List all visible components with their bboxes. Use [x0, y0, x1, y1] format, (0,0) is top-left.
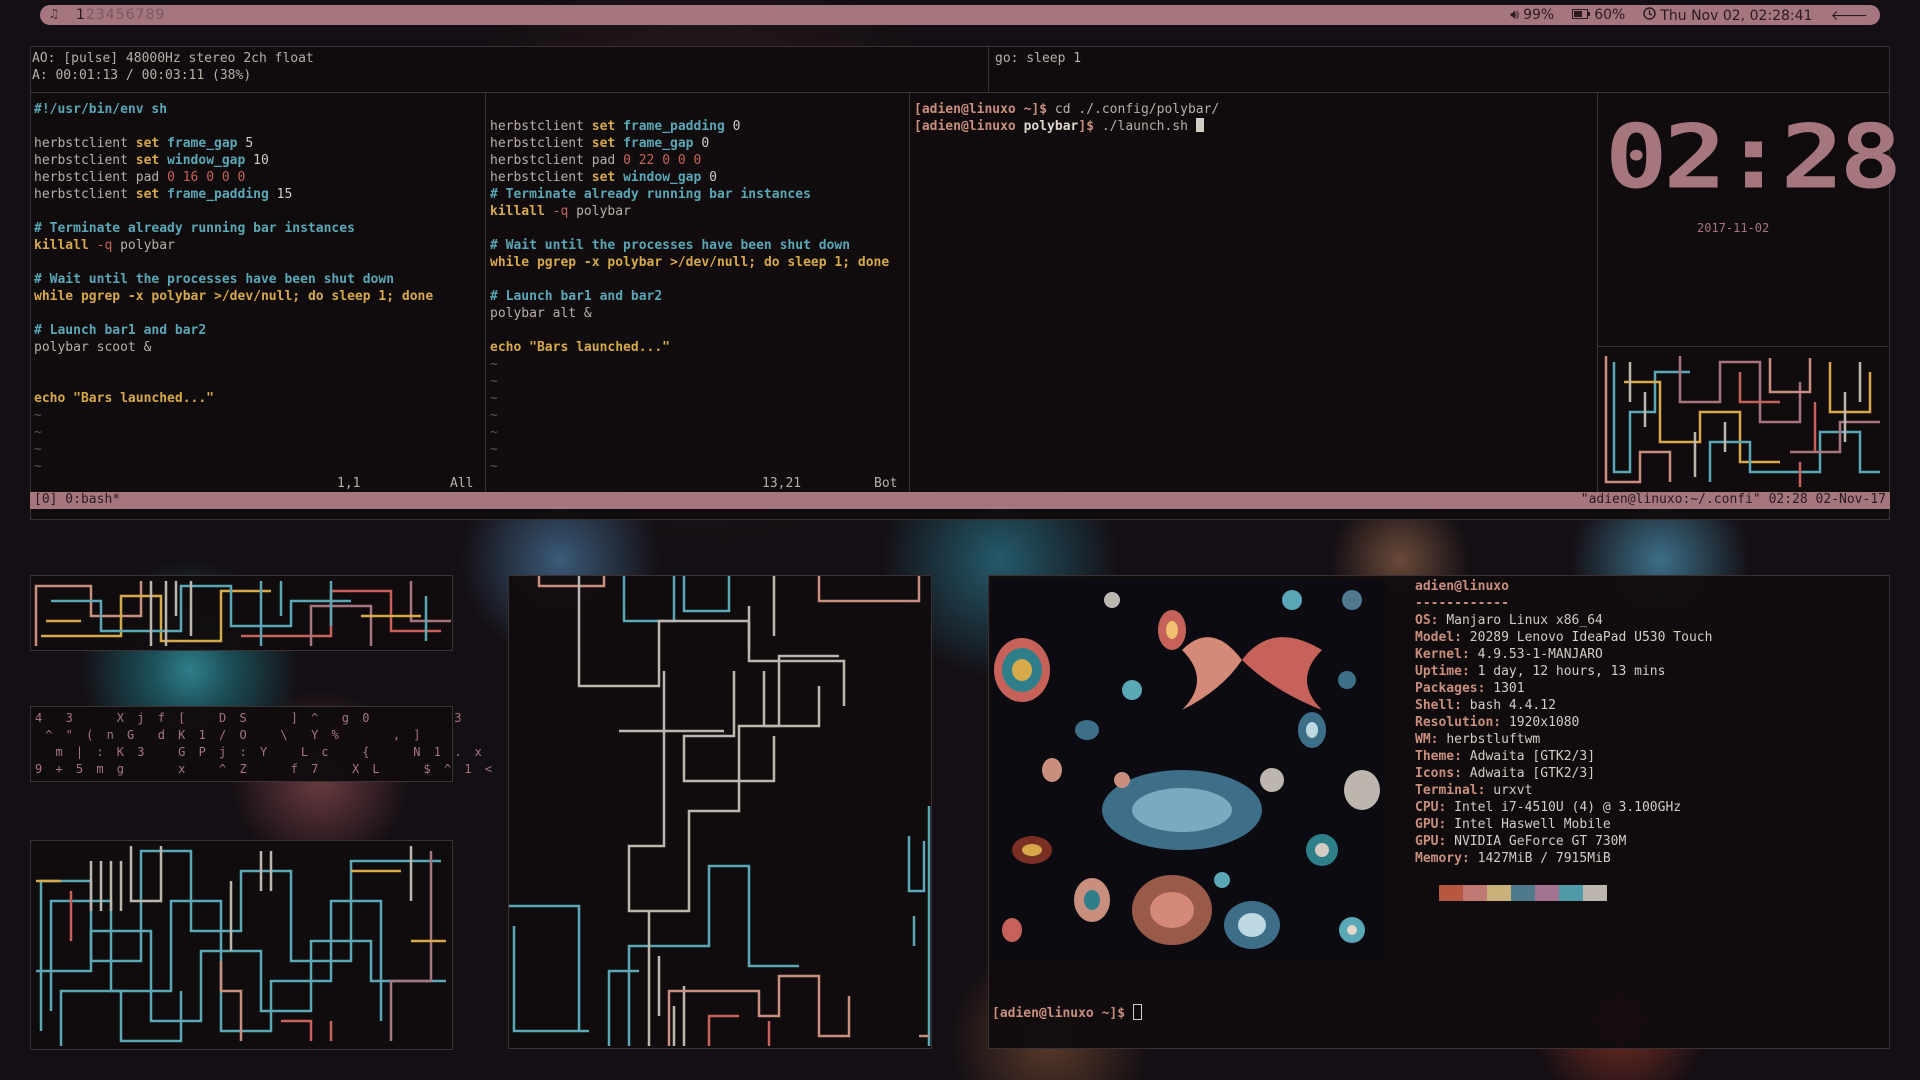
terminal-cursor	[1195, 118, 1204, 132]
color-swatch	[1535, 885, 1559, 901]
shell-prompt-end: ]$	[1078, 119, 1095, 134]
workspace-list: 123456789	[76, 7, 165, 23]
shell-prompt: [adien@linuxo	[914, 119, 1024, 134]
tmux-window-list[interactable]: [0] 0:bash*	[34, 492, 120, 507]
pipes-terminal-window[interactable]	[30, 840, 453, 1050]
neofetch-row: Theme: Adwaita [GTK2/3]	[1415, 749, 1596, 764]
terminal-prompt-line[interactable]: [adien@linuxo ~]$	[992, 1004, 1142, 1021]
neofetch-row: GPU: NVIDIA GeForce GT 730M	[1415, 834, 1627, 849]
pipes-screensaver-small	[1604, 356, 1880, 487]
clock-date: 2017-11-02	[1697, 221, 1770, 235]
color-swatch	[1559, 885, 1583, 901]
polybar: ♫ 123456789 🔊︎ 99% 60% Thu Nov 02, 02:28:…	[40, 5, 1880, 25]
workspace-4[interactable]: 4	[106, 7, 116, 23]
shell-prompt: [adien@linuxo ~]$	[914, 102, 1048, 117]
vim-cursor-position: 13,21	[762, 476, 802, 491]
color-palette	[1439, 885, 1712, 901]
neofetch-row: WM: herbstluftwm	[1415, 732, 1541, 747]
neofetch-row: Resolution: 1920x1080	[1415, 715, 1580, 730]
pipes-screensaver	[36, 846, 446, 1046]
workspace-1[interactable]: 1	[76, 7, 86, 23]
music-icon[interactable]: ♫	[50, 7, 58, 22]
workspace-7[interactable]: 7	[136, 7, 146, 23]
pipes-screensaver	[34, 581, 451, 646]
bar-modules: 🔊︎ 99% 60% Thu Nov 02, 02:28:41 🡐	[1510, 7, 1868, 24]
matrix-row: 4 3 X j f [ D S ] ^ g 0 3	[35, 711, 465, 725]
color-swatch	[1487, 885, 1511, 901]
neofetch-title: adien@linuxo	[1415, 579, 1509, 594]
vim-scroll-indicator: Bot	[874, 476, 898, 491]
workspace-6[interactable]: 6	[126, 7, 136, 23]
battery-value: 60%	[1594, 7, 1626, 23]
volume-value: 99%	[1523, 7, 1555, 23]
vim-pane-middle[interactable]: herbstclient set frame_padding 0 herbstc…	[490, 118, 910, 475]
neofetch-underline: ------------	[1415, 596, 1509, 611]
neofetch-row: Memory: 1427MiB / 7915MiB	[1415, 851, 1611, 866]
vim-pane-left[interactable]: #!/usr/bin/env sh herbstclient set frame…	[34, 101, 482, 475]
mpv-status-pane: AO: [pulse] 48000Hz stereo 2ch float A: …	[32, 50, 314, 84]
sleep-pane: go: sleep 1	[995, 51, 1082, 66]
date-module[interactable]: Thu Nov 02, 02:28:41	[1643, 7, 1812, 24]
pane-divider	[909, 93, 910, 492]
tmux-status-bar: [0] 0:bash* "adien@linuxo:~/.confi" 02:2…	[30, 492, 1890, 509]
neofetch-output: adien@linuxo ------------ OS: Manjaro Li…	[1415, 578, 1712, 901]
neofetch-row: Shell: bash 4.4.12	[1415, 698, 1556, 713]
shell-prompt-dir: polybar	[1023, 119, 1079, 134]
mpv-playback-time: A: 00:01:13 / 00:03:11 (38%)	[32, 68, 252, 83]
workspace-9[interactable]: 9	[155, 7, 165, 23]
battery-module: 60%	[1572, 7, 1625, 24]
pipes-screensaver	[509, 576, 931, 1046]
color-swatch	[1439, 885, 1463, 901]
neofetch-row: Icons: Adwaita [GTK2/3]	[1415, 766, 1596, 781]
pane-divider	[1597, 93, 1598, 492]
datetime-value: Thu Nov 02, 02:28:41	[1660, 8, 1813, 24]
vim-scroll-indicator: All	[450, 476, 474, 491]
workspace-5[interactable]: 5	[116, 7, 126, 23]
pane-divider-horizontal	[30, 92, 1890, 93]
volume-module[interactable]: 🔊︎ 99%	[1510, 7, 1554, 24]
shell-command: cd ./.config/polybar/	[1047, 102, 1220, 117]
pane-divider	[1598, 346, 1888, 347]
pipes-terminal-window[interactable]	[30, 575, 453, 651]
neofetch-row: CPU: Intel i7-4510U (4) @ 3.100GHz	[1415, 800, 1682, 815]
workspace-8[interactable]: 8	[145, 7, 155, 23]
vim-cursor-position: 1,1	[337, 476, 361, 491]
color-swatch	[1511, 885, 1535, 901]
pane-divider	[988, 47, 989, 92]
pipes-terminal-window[interactable]	[508, 575, 932, 1049]
terminal-prompt: [adien@linuxo ~]$	[992, 1006, 1133, 1021]
neofetch-row: Kernel: 4.9.53-1-MANJARO	[1415, 647, 1603, 662]
workspace-3[interactable]: 3	[96, 7, 106, 23]
pane-divider	[485, 93, 486, 492]
neofetch-row: Terminal: urxvt	[1415, 783, 1533, 798]
shebang-line: #!/usr/bin/env sh	[34, 102, 168, 117]
shell-pane[interactable]: [adien@linuxo ~]$ cd ./.config/polybar/ …	[914, 101, 1219, 135]
matrix-terminal-window[interactable]: 4 3 X j f [ D S ] ^ g 0 3 ^ " ( n G d K …	[30, 706, 543, 782]
color-swatch	[1463, 885, 1487, 901]
color-swatch	[1583, 885, 1607, 901]
space-nebula-image	[992, 580, 1386, 960]
neofetch-row: Uptime: 1 day, 12 hours, 13 mins	[1415, 664, 1666, 679]
clock-icon	[1643, 7, 1657, 24]
matrix-row: m | : K 3 G P j : Y L c { N 1 . x "	[35, 745, 547, 759]
shell-command: ./launch.sh	[1094, 119, 1196, 134]
big-clock: 02:28	[1605, 104, 1902, 209]
workspace-2[interactable]: 2	[86, 7, 96, 23]
neofetch-row: OS: Manjaro Linux x86_64	[1415, 613, 1603, 628]
neofetch-row: GPU: Intel Haswell Mobile	[1415, 817, 1611, 832]
mpv-audio-output: AO: [pulse] 48000Hz stereo 2ch float	[32, 51, 314, 66]
neofetch-row: Model: 20289 Lenovo IdeaPad U530 Touch	[1415, 630, 1713, 645]
matrix-row: ^ " ( n G d K 1 / O \ Y % , ]	[35, 728, 424, 742]
tmux-status-right: "adien@linuxo:~/.confi" 02:28 02-Nov-17	[1580, 492, 1886, 507]
terminal-cursor	[1132, 1004, 1142, 1020]
battery-icon	[1572, 7, 1591, 23]
matrix-row: 9 + 5 m g x ^ Z f 7 X L $ ^ 1 < H	[35, 762, 537, 776]
speaker-icon: 🔊︎	[1510, 7, 1520, 23]
neofetch-row: Packages: 1301	[1415, 681, 1525, 696]
arrow-left-icon[interactable]: 🡐	[1830, 7, 1868, 24]
